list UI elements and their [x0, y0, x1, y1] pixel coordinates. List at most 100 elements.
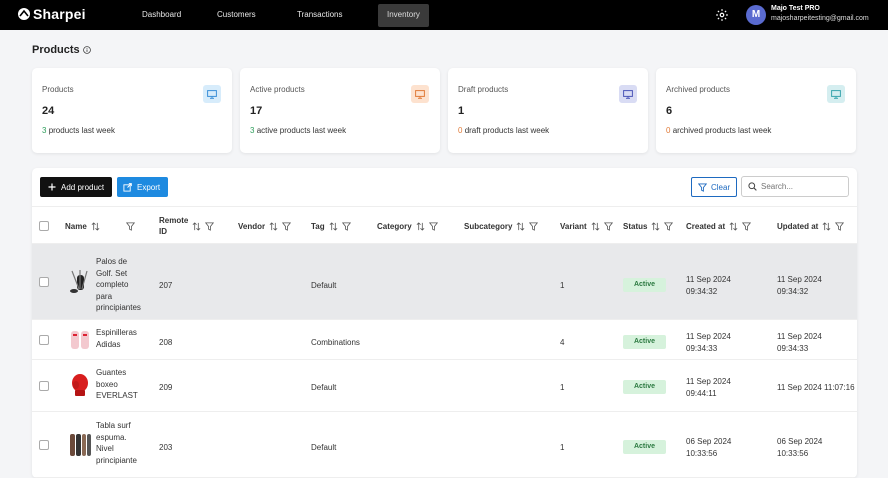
stat-card-value: 6: [666, 105, 673, 117]
tag-cell: Default: [311, 383, 337, 392]
stat-card-delta: 0: [458, 126, 463, 135]
stat-card-subtext: 3 products last week: [42, 126, 115, 135]
nav-dashboard[interactable]: Dashboard: [142, 10, 181, 19]
status-badge: Active: [623, 335, 666, 349]
add-product-button[interactable]: Add product: [40, 177, 112, 197]
filter-icon[interactable]: [125, 221, 135, 231]
column-header-updated-at[interactable]: Updated at: [777, 207, 845, 245]
plus-icon: [48, 183, 56, 191]
row-checkbox[interactable]: [39, 277, 49, 287]
sort-icon[interactable]: [516, 221, 525, 231]
sort-icon[interactable]: [822, 221, 831, 231]
filter-icon[interactable]: [835, 221, 845, 231]
table-row[interactable]: Tabla surf espuma. Nivel principiante 203…: [32, 412, 857, 478]
status-badge: Active: [623, 380, 666, 394]
remote-id-cell: 208: [159, 338, 173, 347]
nav-customers[interactable]: Customers: [217, 10, 256, 19]
stat-card-delta-text: products last week: [48, 126, 115, 135]
status-badge: Active: [623, 440, 666, 454]
product-name[interactable]: Palos de Golf. Set completo para princip…: [96, 256, 148, 314]
stat-card-subtext: 0 draft products last week: [458, 126, 549, 135]
sort-icon[interactable]: [269, 221, 278, 231]
sharpei-logo-icon: [18, 8, 30, 20]
clear-label: Clear: [711, 182, 731, 192]
updated-at-cell: 06 Sep 2024 10:33:56: [777, 437, 823, 458]
sort-icon[interactable]: [729, 221, 738, 231]
sort-icon[interactable]: [329, 221, 338, 231]
row-checkbox[interactable]: [39, 440, 49, 450]
filter-icon[interactable]: [282, 221, 292, 231]
filter-icon[interactable]: [341, 221, 351, 231]
filter-icon[interactable]: [742, 221, 752, 231]
variant-cell: 4: [560, 338, 565, 347]
stat-card-delta: 3: [42, 126, 47, 135]
filter-icon[interactable]: [205, 221, 215, 231]
sort-icon[interactable]: [416, 221, 425, 231]
surfboard-thumbnail: [68, 432, 92, 458]
product-name[interactable]: Espinilleras Adidas: [96, 327, 148, 350]
brand-logo[interactable]: Sharpei: [17, 6, 86, 22]
stat-card-subtext: 0 archived products last week: [666, 126, 771, 135]
sort-icon[interactable]: [591, 221, 600, 231]
product-name[interactable]: Guantes boxeo EVERLAST: [96, 367, 148, 402]
table-row[interactable]: Palos de Golf. Set completo para princip…: [32, 244, 857, 320]
created-at-cell: 06 Sep 2024 10:33:56: [686, 437, 732, 458]
column-header-variant[interactable]: Variant: [560, 207, 613, 245]
export-label: Export: [137, 182, 161, 192]
products-table-panel: Add product Export Clear Name Remote ID Ve…: [32, 168, 857, 478]
filter-icon[interactable]: [529, 221, 539, 231]
variant-cell: 1: [560, 281, 565, 290]
select-all-checkbox[interactable]: [39, 221, 49, 231]
column-header-status[interactable]: Status: [623, 207, 674, 245]
stat-card-label: Active products: [250, 85, 305, 94]
sort-icon[interactable]: [192, 221, 201, 231]
column-header-label: Category: [377, 221, 412, 231]
search-input[interactable]: [761, 182, 841, 191]
brand-name: Sharpei: [33, 6, 86, 22]
export-button[interactable]: Export: [117, 177, 168, 197]
sort-icon[interactable]: [91, 221, 100, 231]
remote-id-cell: 203: [159, 443, 173, 452]
tag-cell: Default: [311, 281, 337, 290]
search-icon: [748, 182, 757, 191]
add-product-label: Add product: [61, 182, 105, 192]
variant-cell: 1: [560, 443, 565, 452]
product-name[interactable]: Tabla surf espuma. Nivel principiante: [96, 420, 148, 466]
column-header-subcategory[interactable]: Subcategory: [464, 207, 539, 245]
updated-at-cell: 11 Sep 2024 09:34:33: [777, 332, 822, 353]
column-header-category[interactable]: Category: [377, 207, 438, 245]
stat-card-delta-text: draft products last week: [464, 126, 550, 135]
stat-card-delta-text: active products last week: [256, 126, 347, 135]
created-at-cell: 11 Sep 2024 09:34:33: [686, 332, 731, 353]
table-row[interactable]: Espinilleras Adidas 208 Combinations 4 Activ…: [32, 320, 857, 360]
row-checkbox[interactable]: [39, 335, 49, 345]
filter-icon[interactable]: [428, 221, 438, 231]
column-header-vendor[interactable]: Vendor: [238, 207, 292, 245]
filter-icon[interactable]: [603, 221, 613, 231]
nav-transactions[interactable]: Transactions: [297, 10, 343, 19]
info-icon[interactable]: [82, 46, 91, 54]
boxing-glove-thumbnail: [68, 372, 92, 398]
page-title-text: Products: [32, 44, 80, 56]
column-header-label: Name: [65, 221, 87, 231]
column-header-label: Variant: [560, 221, 587, 231]
gear-icon[interactable]: [715, 8, 729, 22]
column-header-remote-id[interactable]: Remote ID: [159, 207, 215, 245]
nav-inventory[interactable]: Inventory: [378, 4, 429, 27]
stat-card: Products 24 3 products last week: [32, 68, 232, 153]
clear-filters-button[interactable]: Clear: [691, 177, 737, 197]
filter-icon[interactable]: [664, 221, 674, 231]
row-checkbox[interactable]: [39, 381, 49, 391]
monitor-icon: [827, 85, 845, 103]
updated-at-cell: 11 Sep 2024 11:07:16: [777, 383, 855, 392]
column-header-tag[interactable]: Tag: [311, 207, 351, 245]
column-header-name[interactable]: Name: [65, 207, 135, 245]
monitor-icon: [619, 85, 637, 103]
table-row[interactable]: Guantes boxeo EVERLAST 209 Default 1 Active 1…: [32, 360, 857, 412]
avatar[interactable]: M: [746, 5, 766, 25]
stat-card-subtext: 3 active products last week: [250, 126, 346, 135]
sort-icon[interactable]: [651, 221, 660, 231]
stat-card-delta-text: archived products last week: [672, 126, 772, 135]
column-header-created-at[interactable]: Created at: [686, 207, 752, 245]
tag-cell: Combinations: [311, 338, 360, 347]
